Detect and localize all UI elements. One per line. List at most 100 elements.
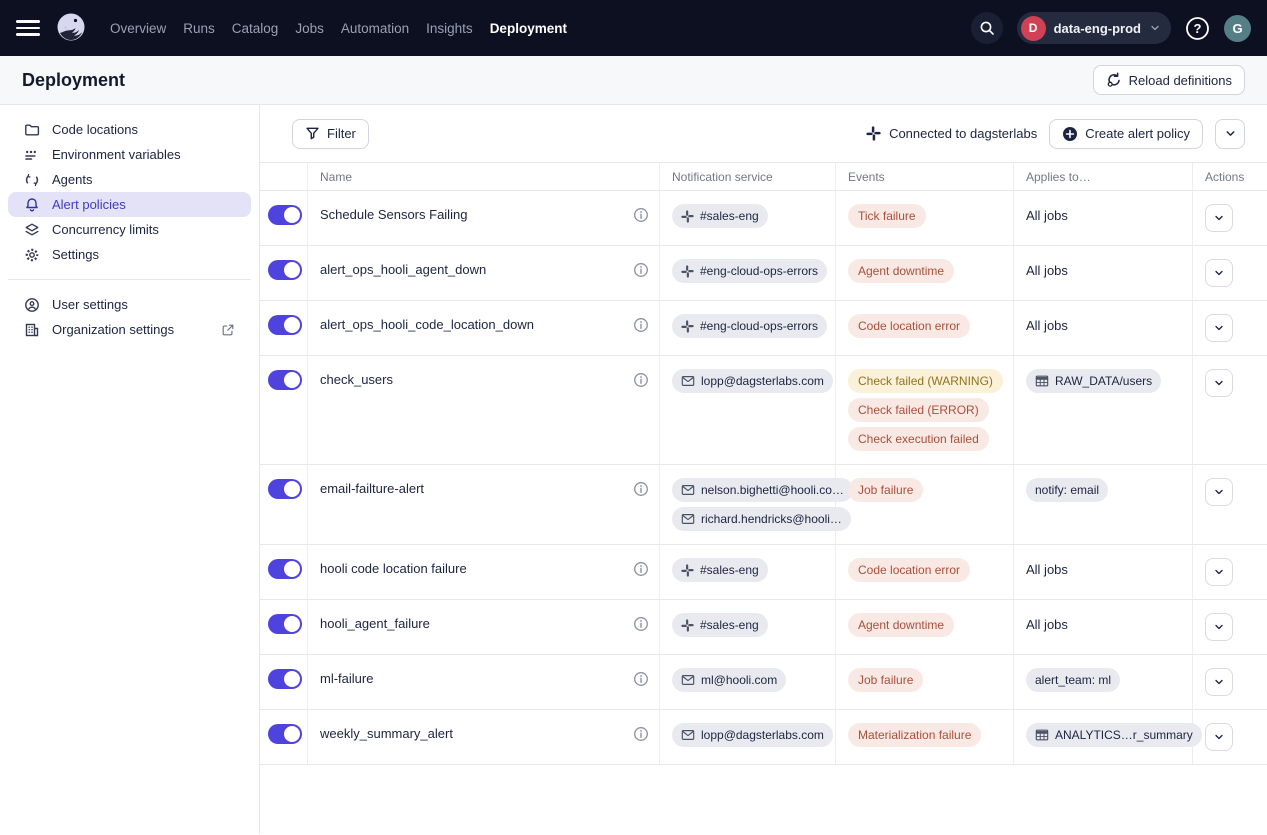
slack-icon <box>681 320 694 333</box>
deployment-switcher[interactable]: D data-eng-prod <box>1017 12 1171 44</box>
nav-item-insights[interactable]: Insights <box>426 21 473 36</box>
row-actions-button[interactable] <box>1205 668 1233 696</box>
email-tag: lopp@dagsterlabs.com <box>672 369 833 393</box>
hamburger-menu-icon[interactable] <box>16 16 40 40</box>
sidebar-item-concurrency-limits[interactable]: Concurrency limits <box>8 217 251 242</box>
event-pill: Agent downtime <box>848 259 954 283</box>
info-icon-button[interactable] <box>633 558 649 577</box>
column-name: Name <box>308 163 660 190</box>
main-nav: Overview Runs Catalog Jobs Automation Insight… <box>110 21 567 36</box>
applies-to-value: All jobs <box>1026 558 1068 582</box>
env-vars-icon <box>24 147 40 163</box>
chevron-down-icon <box>1224 127 1237 140</box>
sidebar-item-code-locations[interactable]: Code locations <box>8 117 251 142</box>
slack-icon <box>681 210 694 223</box>
info-icon-button[interactable] <box>633 668 649 687</box>
nav-item-jobs[interactable]: Jobs <box>295 21 324 36</box>
filter-button[interactable]: Filter <box>292 119 369 149</box>
row-actions-button[interactable] <box>1205 204 1233 232</box>
nav-item-deployment[interactable]: Deployment <box>490 21 567 36</box>
row-actions-button[interactable] <box>1205 723 1233 751</box>
info-icon <box>633 671 649 687</box>
chevron-down-icon <box>1213 377 1225 389</box>
applies-to-cell: All jobs <box>1014 301 1193 355</box>
enable-toggle[interactable] <box>268 205 302 225</box>
more-actions-button[interactable] <box>1215 119 1245 149</box>
enable-toggle[interactable] <box>268 315 302 335</box>
help-button[interactable]: ? <box>1185 16 1210 41</box>
enable-toggle[interactable] <box>268 614 302 634</box>
reload-definitions-button[interactable]: Reload definitions <box>1093 65 1245 95</box>
enable-toggle[interactable] <box>268 370 302 390</box>
alert-policy-row: check_userslopp@dagsterlabs.comCheck fai… <box>260 356 1267 465</box>
enable-toggle[interactable] <box>268 724 302 744</box>
search-button[interactable] <box>971 12 1003 44</box>
info-icon-button[interactable] <box>633 204 649 223</box>
notification-cell: lopp@dagsterlabs.com <box>660 356 836 464</box>
sidebar-item-user-settings[interactable]: User settings <box>8 292 251 317</box>
actions-cell <box>1193 600 1267 654</box>
slack-channel-tag: #sales-eng <box>672 204 768 228</box>
alert-policies-table: Name Notification service Events Applies… <box>260 162 1267 765</box>
enable-toggle[interactable] <box>268 260 302 280</box>
slack-channel-tag: #sales-eng <box>672 613 768 637</box>
gear-icon <box>24 247 40 263</box>
notification-cell: #sales-eng <box>660 191 836 245</box>
enable-toggle[interactable] <box>268 559 302 579</box>
info-icon-button[interactable] <box>633 613 649 632</box>
sidebar-item-organization-settings[interactable]: Organization settings <box>8 317 251 342</box>
row-actions-button[interactable] <box>1205 478 1233 506</box>
policy-name: ml-failure <box>320 668 373 690</box>
nav-item-automation[interactable]: Automation <box>341 21 409 36</box>
sidebar-item-label: Code locations <box>52 122 138 137</box>
user-avatar[interactable]: G <box>1224 15 1251 42</box>
info-icon-button[interactable] <box>633 314 649 333</box>
alert-policy-row: hooli_agent_failure#sales-engAgent downt… <box>260 600 1267 655</box>
events-cell: Job failure <box>836 465 1014 544</box>
sidebar-item-agents[interactable]: Agents <box>8 167 251 192</box>
row-actions-button[interactable] <box>1205 369 1233 397</box>
create-alert-policy-button[interactable]: Create alert policy <box>1049 119 1203 149</box>
event-pill: Job failure <box>848 478 923 502</box>
info-icon-button[interactable] <box>633 369 649 388</box>
info-icon-button[interactable] <box>633 723 649 742</box>
sidebar-item-alert-policies[interactable]: Alert policies <box>8 192 251 217</box>
events-cell: Materialization failure <box>836 710 1014 764</box>
info-icon <box>633 262 649 278</box>
event-pill: Materialization failure <box>848 723 981 747</box>
policy-name: alert_ops_hooli_agent_down <box>320 259 486 281</box>
applies-to-value: All jobs <box>1026 204 1068 228</box>
search-icon <box>979 20 995 36</box>
slack-icon <box>681 619 694 632</box>
row-actions-button[interactable] <box>1205 314 1233 342</box>
alert-policy-row: alert_ops_hooli_code_location_down#eng-c… <box>260 301 1267 356</box>
info-icon-button[interactable] <box>633 259 649 278</box>
row-actions-button[interactable] <box>1205 558 1233 586</box>
name-cell: alert_ops_hooli_agent_down <box>308 246 660 300</box>
enable-toggle[interactable] <box>268 479 302 499</box>
applies-to-value: All jobs <box>1026 259 1068 283</box>
info-icon <box>633 616 649 632</box>
nav-item-overview[interactable]: Overview <box>110 21 166 36</box>
info-icon-button[interactable] <box>633 478 649 497</box>
applies-to-value: All jobs <box>1026 613 1068 637</box>
chevron-down-icon <box>1149 22 1161 34</box>
nav-item-runs[interactable]: Runs <box>183 21 215 36</box>
applies-to-value: All jobs <box>1026 314 1068 338</box>
row-actions-button[interactable] <box>1205 613 1233 641</box>
nav-item-catalog[interactable]: Catalog <box>232 21 279 36</box>
toggle-knob <box>284 262 300 278</box>
sidebar-item-label: Settings <box>52 247 99 262</box>
dagster-logo-icon[interactable] <box>52 9 90 47</box>
notification-list: ml@hooli.com <box>672 668 786 692</box>
notification-cell: #eng-cloud-ops-errors <box>660 246 836 300</box>
sidebar-item-environment-variables[interactable]: Environment variables <box>8 142 251 167</box>
info-icon <box>633 207 649 223</box>
column-events: Events <box>836 163 1014 190</box>
row-actions-button[interactable] <box>1205 259 1233 287</box>
page-title: Deployment <box>22 70 125 91</box>
events-cell: Check failed (WARNING)Check failed (ERRO… <box>836 356 1014 464</box>
sidebar-item-settings[interactable]: Settings <box>8 242 251 267</box>
reload-definitions-label: Reload definitions <box>1129 73 1232 88</box>
enable-toggle[interactable] <box>268 669 302 689</box>
